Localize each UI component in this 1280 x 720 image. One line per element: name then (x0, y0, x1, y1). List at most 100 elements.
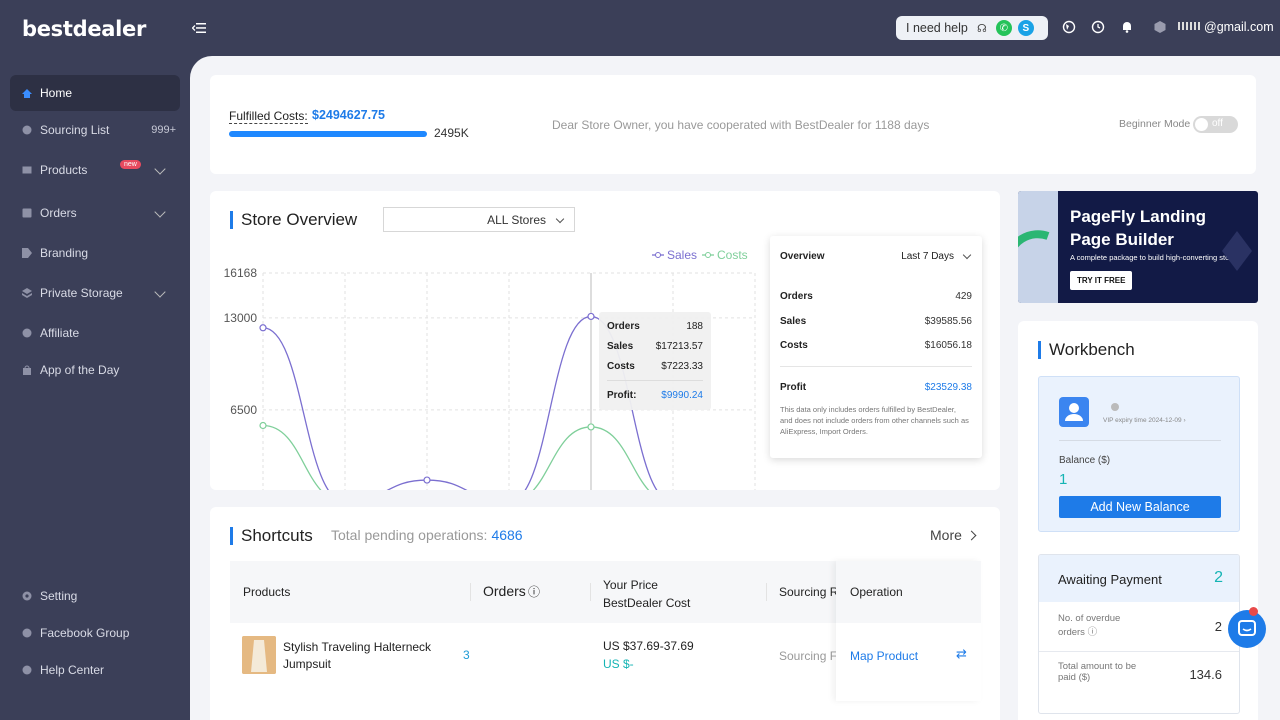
new-badge: new (120, 160, 141, 169)
help-pill[interactable]: I need help ☊ ✆ S (896, 16, 1048, 40)
fulfilled-progress-bar (229, 131, 427, 137)
user-icon (1065, 403, 1083, 421)
affiliate-icon (22, 328, 32, 338)
home-icon (22, 89, 32, 98)
orders-count-link[interactable]: 3 (463, 648, 470, 662)
promo-title: PageFly Landing Page Builder (1070, 205, 1206, 251)
sidebar-item-facebook-group[interactable]: Facebook Group (10, 615, 180, 651)
overdue-label-line-2: orders (1058, 627, 1085, 638)
clock-icon[interactable] (1091, 20, 1105, 34)
pagefly-promo-banner[interactable]: PageFly Landing Page Builder A complete … (1018, 191, 1258, 303)
y-tick-label: 6500 (230, 403, 257, 417)
more-link[interactable]: More (930, 527, 962, 543)
range-dropdown[interactable]: Last 7 Days (901, 250, 972, 262)
overview-note: This data only includes orders fulfilled… (780, 405, 969, 436)
y-tick-label: 13000 (224, 311, 258, 325)
email-redacted-mark (1178, 22, 1202, 30)
sidebar-item-branding[interactable]: Branding (10, 235, 180, 271)
fulfilled-costs-card: Fulfilled Costs: $2494627.75 2495K Dear … (210, 75, 1256, 174)
tooltip-orders-value: 188 (686, 321, 703, 332)
total-to-pay-row: Total amount to be paid ($) 134.6 (1058, 661, 1222, 691)
sidebar: Home Sourcing List 999+ Products new Ord… (0, 56, 190, 720)
data-point-sales (259, 324, 267, 332)
avatar[interactable] (1059, 397, 1089, 427)
sidebar-item-private-storage[interactable]: Private Storage (10, 275, 180, 311)
operation-column: Operation Map Product ⇄ (836, 561, 981, 701)
col-price-line-1: Your Price (603, 578, 658, 592)
whatsapp-icon[interactable]: ✆ (995, 20, 1012, 36)
data-point-sales (587, 312, 595, 321)
balance-label: Balance ($) (1059, 455, 1111, 466)
swap-icon[interactable]: ⇄ (956, 646, 967, 662)
bell-icon[interactable] (1120, 20, 1134, 34)
overview-costs-value: $16056.18 (924, 340, 972, 351)
sidebar-item-home[interactable]: Home (10, 75, 180, 111)
product-name[interactable]: Stylish Traveling Halterneck Jumpsuit (283, 639, 443, 673)
sourcing-count-badge: 999+ (151, 124, 176, 136)
layers-icon (22, 288, 32, 298)
data-point-sales (423, 476, 431, 484)
overdue-orders-row: No. of overdue orders ⓘ 2 (1058, 613, 1222, 643)
tooltip-orders-label: Orders (607, 321, 640, 332)
add-new-balance-button[interactable]: Add New Balance (1059, 496, 1221, 518)
awaiting-payment-panel: Awaiting Payment 2 No. of overdue orders… (1038, 554, 1240, 714)
overview-sales-value: $39585.56 (924, 316, 972, 327)
fulfilled-costs-value: $2494627.75 (312, 108, 385, 122)
question-icon[interactable]: ⓘ (1088, 627, 1098, 638)
awaiting-payment-header[interactable]: Awaiting Payment 2 (1039, 555, 1239, 602)
awaiting-payment-title: Awaiting Payment (1058, 572, 1162, 587)
question-icon[interactable]: ⓘ (528, 583, 540, 600)
globe-icon[interactable] (1062, 20, 1076, 34)
sidebar-item-help-center[interactable]: Help Center (10, 652, 180, 688)
divider (590, 583, 591, 601)
divider (1059, 440, 1221, 441)
shortcuts-card: Shortcuts Total pending operations: 4686 … (210, 507, 1000, 720)
sidebar-item-affiliate[interactable]: Affiliate (10, 315, 180, 351)
overview-title: Overview (780, 251, 825, 262)
user-email[interactable]: @gmail.com (1204, 20, 1274, 34)
data-point-costs (587, 423, 595, 431)
headset-icon[interactable]: ☊ (974, 20, 990, 36)
chevron-right-icon[interactable] (966, 530, 977, 541)
skype-icon[interactable]: S (1017, 20, 1034, 36)
chat-icon (1238, 620, 1256, 636)
sidebar-item-setting[interactable]: Setting (10, 578, 180, 614)
menu-collapse-icon[interactable] (192, 22, 206, 34)
sidebar-item-label: Orders (40, 206, 77, 220)
vip-expiry-text[interactable]: VIP expiry time 2024-12-09 › (1103, 417, 1186, 424)
col-price: Your Price BestDealer Cost (603, 576, 690, 612)
beginner-mode-toggle[interactable]: off (1193, 116, 1238, 133)
overview-panel: Overview Last 7 Days Orders 429 Sales $3… (770, 236, 982, 458)
tooltip-profit-row: Profit: $9990.24 (607, 390, 703, 401)
overview-header: Overview Last 7 Days (780, 250, 972, 262)
sidebar-item-sourcing-list[interactable]: Sourcing List 999+ (10, 112, 180, 148)
overdue-orders-value: 2 (1214, 619, 1222, 634)
sidebar-item-label: Sourcing List (40, 123, 110, 137)
sidebar-item-orders[interactable]: Orders (10, 195, 180, 231)
chat-button[interactable] (1228, 610, 1266, 648)
divider (766, 583, 767, 601)
vip-hex-icon (1111, 403, 1119, 411)
tooltip-profit-value: $9990.24 (661, 390, 703, 401)
sourcing-result: Sourcing Fa (779, 649, 844, 663)
bag-icon (23, 365, 31, 375)
divider (470, 583, 471, 601)
legend-label-costs: Costs (717, 248, 748, 262)
tooltip-sales-row: Sales $17213.57 (607, 341, 703, 352)
map-product-link[interactable]: Map Product (850, 649, 918, 663)
pending-operations-value[interactable]: 4686 (491, 527, 522, 543)
sidebar-item-label: Home (40, 86, 73, 100)
product-thumbnail[interactable] (242, 636, 276, 674)
sidebar-item-label: Help Center (40, 663, 105, 677)
col-operation: Operation (850, 585, 903, 599)
sidebar-item-app-of-the-day[interactable]: App of the Day (10, 352, 180, 388)
fulfilled-costs-label: Fulfilled Costs: (229, 109, 308, 124)
try-it-free-button[interactable]: TRY IT FREE (1070, 271, 1133, 290)
fulfilled-progress-text: 2495K (434, 126, 469, 140)
help-icon (22, 665, 32, 675)
overview-orders-value: 429 (955, 291, 972, 302)
bestdealer-cost: US $- (603, 657, 634, 671)
bestdealer-logo[interactable]: bestdealer (22, 17, 146, 41)
sidebar-item-products[interactable]: Products new (10, 152, 180, 188)
vip-hex-icon (1154, 21, 1166, 33)
